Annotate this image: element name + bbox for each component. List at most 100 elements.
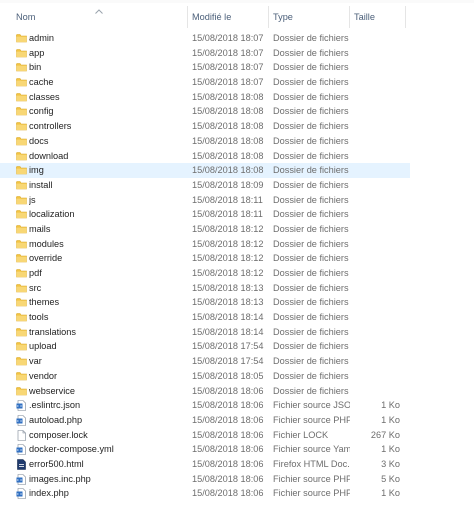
file-modified: 15/08/2018 18:06 [192, 429, 264, 440]
folder-icon [16, 354, 27, 369]
file-name: download [29, 150, 69, 161]
column-divider[interactable] [268, 6, 269, 28]
file-row-classes[interactable]: classes 15/08/2018 18:08 Dossier de fichie… [0, 90, 410, 105]
file-row-translations[interactable]: translations 15/08/2018 18:14 Dossier de f… [0, 325, 410, 340]
file-row-upload[interactable]: upload 15/08/2018 17:54 Dossier de fichier… [0, 339, 410, 354]
file-type: Dossier de fichiers [273, 341, 349, 352]
column-header-type[interactable]: Type [273, 4, 293, 30]
file-name: img [29, 165, 44, 176]
file-row-composer-lock[interactable]: composer.lock 15/08/2018 18:06 Fichier LOC… [0, 428, 410, 443]
folder-icon [16, 251, 27, 266]
file-modified: 15/08/2018 18:12 [192, 223, 264, 234]
folder-icon [16, 237, 27, 252]
file-modified: 15/08/2018 18:12 [192, 238, 264, 249]
file-row-var[interactable]: var 15/08/2018 17:54 Dossier de fichiers [0, 354, 410, 369]
file-modified: 15/08/2018 18:11 [192, 194, 263, 205]
column-divider[interactable] [405, 6, 406, 28]
file-row-docs[interactable]: docs 15/08/2018 18:08 Dossier de fichiers [0, 134, 410, 149]
folder-icon [16, 31, 27, 46]
file-row-cache[interactable]: cache 15/08/2018 18:07 Dossier de fichiers [0, 75, 410, 90]
sort-ascending-icon [95, 9, 103, 14]
file-row-download[interactable]: download 15/08/2018 18:08 Dossier de fichi… [0, 149, 410, 164]
file-row-themes[interactable]: themes 15/08/2018 18:13 Dossier de fichier… [0, 295, 410, 310]
file-modified: 15/08/2018 18:12 [192, 253, 264, 264]
file-size [352, 90, 400, 105]
column-header-modified[interactable]: Modifié le [192, 4, 231, 30]
folder-icon [16, 163, 27, 178]
file-row-admin[interactable]: admin 15/08/2018 18:07 Dossier de fichiers [0, 31, 410, 46]
file-type: Fichier source PHP [273, 488, 350, 499]
folder-icon [16, 149, 27, 164]
file-name: webservice [29, 385, 75, 396]
file-name: themes [29, 297, 60, 308]
file-size: 1 Ko [381, 488, 400, 499]
file-type: Fichier LOCK [273, 429, 329, 440]
file-type: Dossier de fichiers [273, 77, 349, 88]
code-file-icon [16, 413, 27, 428]
file-type: Dossier de fichiers [273, 238, 349, 249]
file-row-localization[interactable]: localization 15/08/2018 18:11 Dossier de f… [0, 207, 410, 222]
file-size [352, 119, 400, 134]
file-type: Dossier de fichiers [273, 179, 349, 190]
file-row-img[interactable]: img 15/08/2018 18:08 Dossier de fichiers [0, 163, 410, 178]
file-row-docker-compose-yml[interactable]: docker-compose.yml 15/08/2018 18:06 Fichie… [0, 442, 410, 457]
file-row-webservice[interactable]: webservice 15/08/2018 18:06 Dossier de fic… [0, 384, 410, 399]
column-divider[interactable] [349, 6, 350, 28]
file-size: 1 Ko [381, 444, 400, 455]
file-type: Dossier de fichiers [273, 135, 349, 146]
file-row-tools[interactable]: tools 15/08/2018 18:14 Dossier de fichiers [0, 310, 410, 325]
folder-icon [16, 339, 27, 354]
file-row-eslintrc-json[interactable]: .eslintrc.json 15/08/2018 18:06 Fichier so… [0, 398, 410, 413]
column-divider[interactable] [187, 6, 188, 28]
file-name: classes [29, 91, 60, 102]
file-modified: 15/08/2018 18:08 [192, 106, 264, 117]
file-row-app[interactable]: app 15/08/2018 18:07 Dossier de fichiers [0, 46, 410, 61]
folder-icon [16, 46, 27, 61]
file-modified: 15/08/2018 18:08 [192, 91, 264, 102]
file-size: 5 Ko [381, 473, 400, 484]
folder-icon [16, 104, 27, 119]
folder-icon [16, 60, 27, 75]
file-modified: 15/08/2018 18:08 [192, 121, 264, 132]
file-type: Dossier de fichiers [273, 33, 349, 43]
column-header-size[interactable]: Taille [354, 4, 375, 30]
folder-icon [16, 119, 27, 134]
file-row-bin[interactable]: bin 15/08/2018 18:07 Dossier de fichiers [0, 60, 410, 75]
file-row-modules[interactable]: modules 15/08/2018 18:12 Dossier de fichie… [0, 237, 410, 252]
file-row-install[interactable]: install 15/08/2018 18:09 Dossier de fichie… [0, 178, 410, 193]
file-size [352, 222, 400, 237]
file-row-config[interactable]: config 15/08/2018 18:08 Dossier de fichier… [0, 104, 410, 119]
file-modified: 15/08/2018 18:07 [192, 47, 264, 58]
column-header-bar: Nom Modifié le Type Taille [0, 4, 410, 30]
file-modified: 15/08/2018 18:08 [192, 165, 264, 176]
file-row-index-php[interactable]: index.php 15/08/2018 18:06 Fichier source … [0, 486, 410, 501]
file-type: Dossier de fichiers [273, 121, 349, 132]
file-row-autoload-php[interactable]: autoload.php 15/08/2018 18:06 Fichier sour… [0, 413, 410, 428]
file-name: cache [29, 77, 54, 88]
file-row-pdf[interactable]: pdf 15/08/2018 18:12 Dossier de fichiers [0, 266, 410, 281]
file-size [352, 193, 400, 208]
code-file-icon [16, 486, 27, 501]
file-row-mails[interactable]: mails 15/08/2018 18:12 Dossier de fichiers [0, 222, 410, 237]
file-modified: 15/08/2018 17:54 [192, 356, 264, 367]
file-row-vendor[interactable]: vendor 15/08/2018 18:05 Dossier de fichier… [0, 369, 410, 384]
file-modified: 15/08/2018 18:09 [192, 179, 264, 190]
file-modified: 15/08/2018 17:54 [192, 341, 264, 352]
file-row-error500-html[interactable]: error500.html 15/08/2018 18:06 Firefox HTM… [0, 457, 410, 472]
file-modified: 15/08/2018 18:13 [192, 282, 264, 293]
file-size [352, 134, 400, 149]
file-row-images-inc-php[interactable]: images.inc.php 15/08/2018 18:06 Fichier so… [0, 472, 410, 487]
file-row-js[interactable]: js 15/08/2018 18:11 Dossier de fichiers [0, 193, 410, 208]
folder-icon [16, 222, 27, 237]
file-name: pdf [29, 268, 42, 278]
file-modified: 15/08/2018 18:06 [192, 473, 264, 484]
file-type: Fichier source PHP [273, 414, 350, 425]
file-row-controllers[interactable]: controllers 15/08/2018 18:08 Dossier de fi… [0, 119, 410, 134]
column-header-name[interactable]: Nom [16, 4, 35, 30]
file-row-override[interactable]: override 15/08/2018 18:12 Dossier de fichi… [0, 251, 410, 266]
file-size [352, 369, 400, 384]
file-name: images.inc.php [29, 473, 91, 484]
file-row-src[interactable]: src 15/08/2018 18:13 Dossier de fichiers [0, 281, 410, 296]
file-size [352, 60, 400, 75]
code-file-icon [16, 442, 27, 457]
